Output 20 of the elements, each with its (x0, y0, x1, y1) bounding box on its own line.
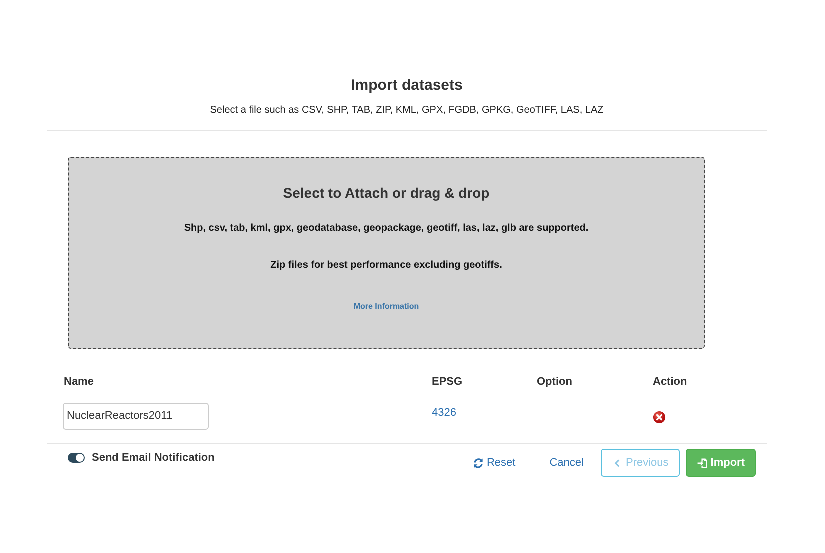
drop-zone-text: Zip files for best performance excluding geotiffs. (270, 260, 502, 271)
drop-zone[interactable]: Select to Attach or drag & drop Shp, csv, tab, kml, gpx, geodatabase, geopackage, geotiff, las, laz, glb are supported. Zip files for best performance excluding geotiffs. More Information (68, 157, 705, 349)
dialog-title: Import datasets (350, 76, 464, 96)
cancel-button[interactable]: Cancel (538, 449, 595, 477)
column-header: Action (653, 376, 688, 390)
file-import-icon (696, 458, 708, 468)
reset-button[interactable]: Reset (462, 449, 527, 477)
notification-label: Send Email Notification (92, 452, 215, 464)
dialog-subtitle: Select a file such as CSV, SHP, TAB, ZIP, KML, GPX, FGDB, GPKG, GeoTIFF, LAS, LAZ (209, 104, 605, 118)
refresh-icon (472, 458, 484, 468)
column-header: EPSG (432, 376, 464, 390)
name-input-field[interactable]: NuclearReactors2011 (63, 402, 209, 430)
column-header: Name (64, 376, 95, 390)
drop-zone-title: Select to Attach or drag & drop (283, 185, 490, 201)
remove-icon[interactable] (653, 410, 666, 424)
notification-toggle[interactable] (68, 453, 85, 463)
column-header: Option (537, 376, 574, 390)
epsg-link[interactable]: 4326 (432, 407, 456, 419)
more-information-link[interactable]: More Information (354, 302, 420, 311)
drop-zone-text: Shp, csv, tab, kml, gpx, geodatabase, geopackage, geotiff, las, laz, glb are supported. (184, 223, 589, 234)
